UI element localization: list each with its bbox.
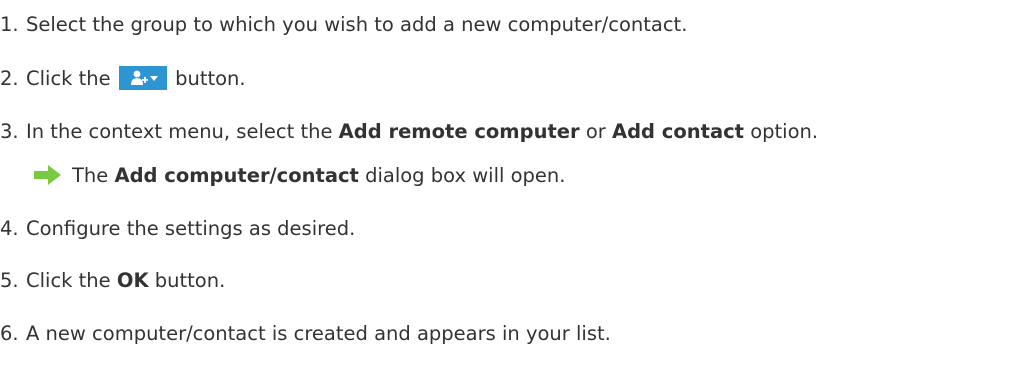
step-4: 4. Configure the settings as desired. <box>0 217 355 241</box>
ok-button-label: OK <box>116 269 149 292</box>
step-text: Configure the settings as desired. <box>26 217 356 240</box>
step-text-before: In the context menu, select the <box>26 120 333 143</box>
step-6: 6. A new computer/contact is created and … <box>0 322 611 346</box>
menu-option-add-remote-computer: Add remote computer <box>338 120 580 143</box>
result-text-before: The <box>72 164 109 187</box>
step-1: 1. Select the group to which you wish to … <box>0 13 687 37</box>
step-3: 3. In the context menu, select the Add re… <box>0 120 818 144</box>
step-3-result: The Add computer/contact dialog box will… <box>34 164 565 188</box>
result-text-after: dialog box will open. <box>365 164 566 187</box>
step-number: 3. <box>0 120 19 143</box>
step-number: 5. <box>0 269 19 292</box>
dialog-name: Add computer/contact <box>114 164 359 187</box>
menu-option-add-contact: Add contact <box>612 120 744 143</box>
step-text: Select the group to which you wish to ad… <box>26 13 688 36</box>
chevron-down-icon <box>149 76 158 81</box>
step-text-before: Click the <box>26 269 111 292</box>
step-number: 4. <box>0 217 19 240</box>
step-text: A new computer/contact is created and ap… <box>26 322 611 345</box>
step-text-after: option. <box>750 120 819 143</box>
step-5: 5. Click the OK button. <box>0 269 225 293</box>
step-text-after: button. <box>154 269 226 292</box>
step-text-middle: or <box>585 120 606 143</box>
green-arrow-right-icon <box>34 165 61 185</box>
step-number: 1. <box>0 13 19 36</box>
add-person-dropdown-icon <box>130 70 148 85</box>
step-text-before: Click the <box>26 67 111 90</box>
step-number: 6. <box>0 322 19 345</box>
add-contact-dropdown-button[interactable] <box>118 66 167 90</box>
step-number: 2. <box>0 67 19 90</box>
step-text-after: button. <box>175 67 246 90</box>
step-2: 2. Click the button. <box>0 66 246 91</box>
